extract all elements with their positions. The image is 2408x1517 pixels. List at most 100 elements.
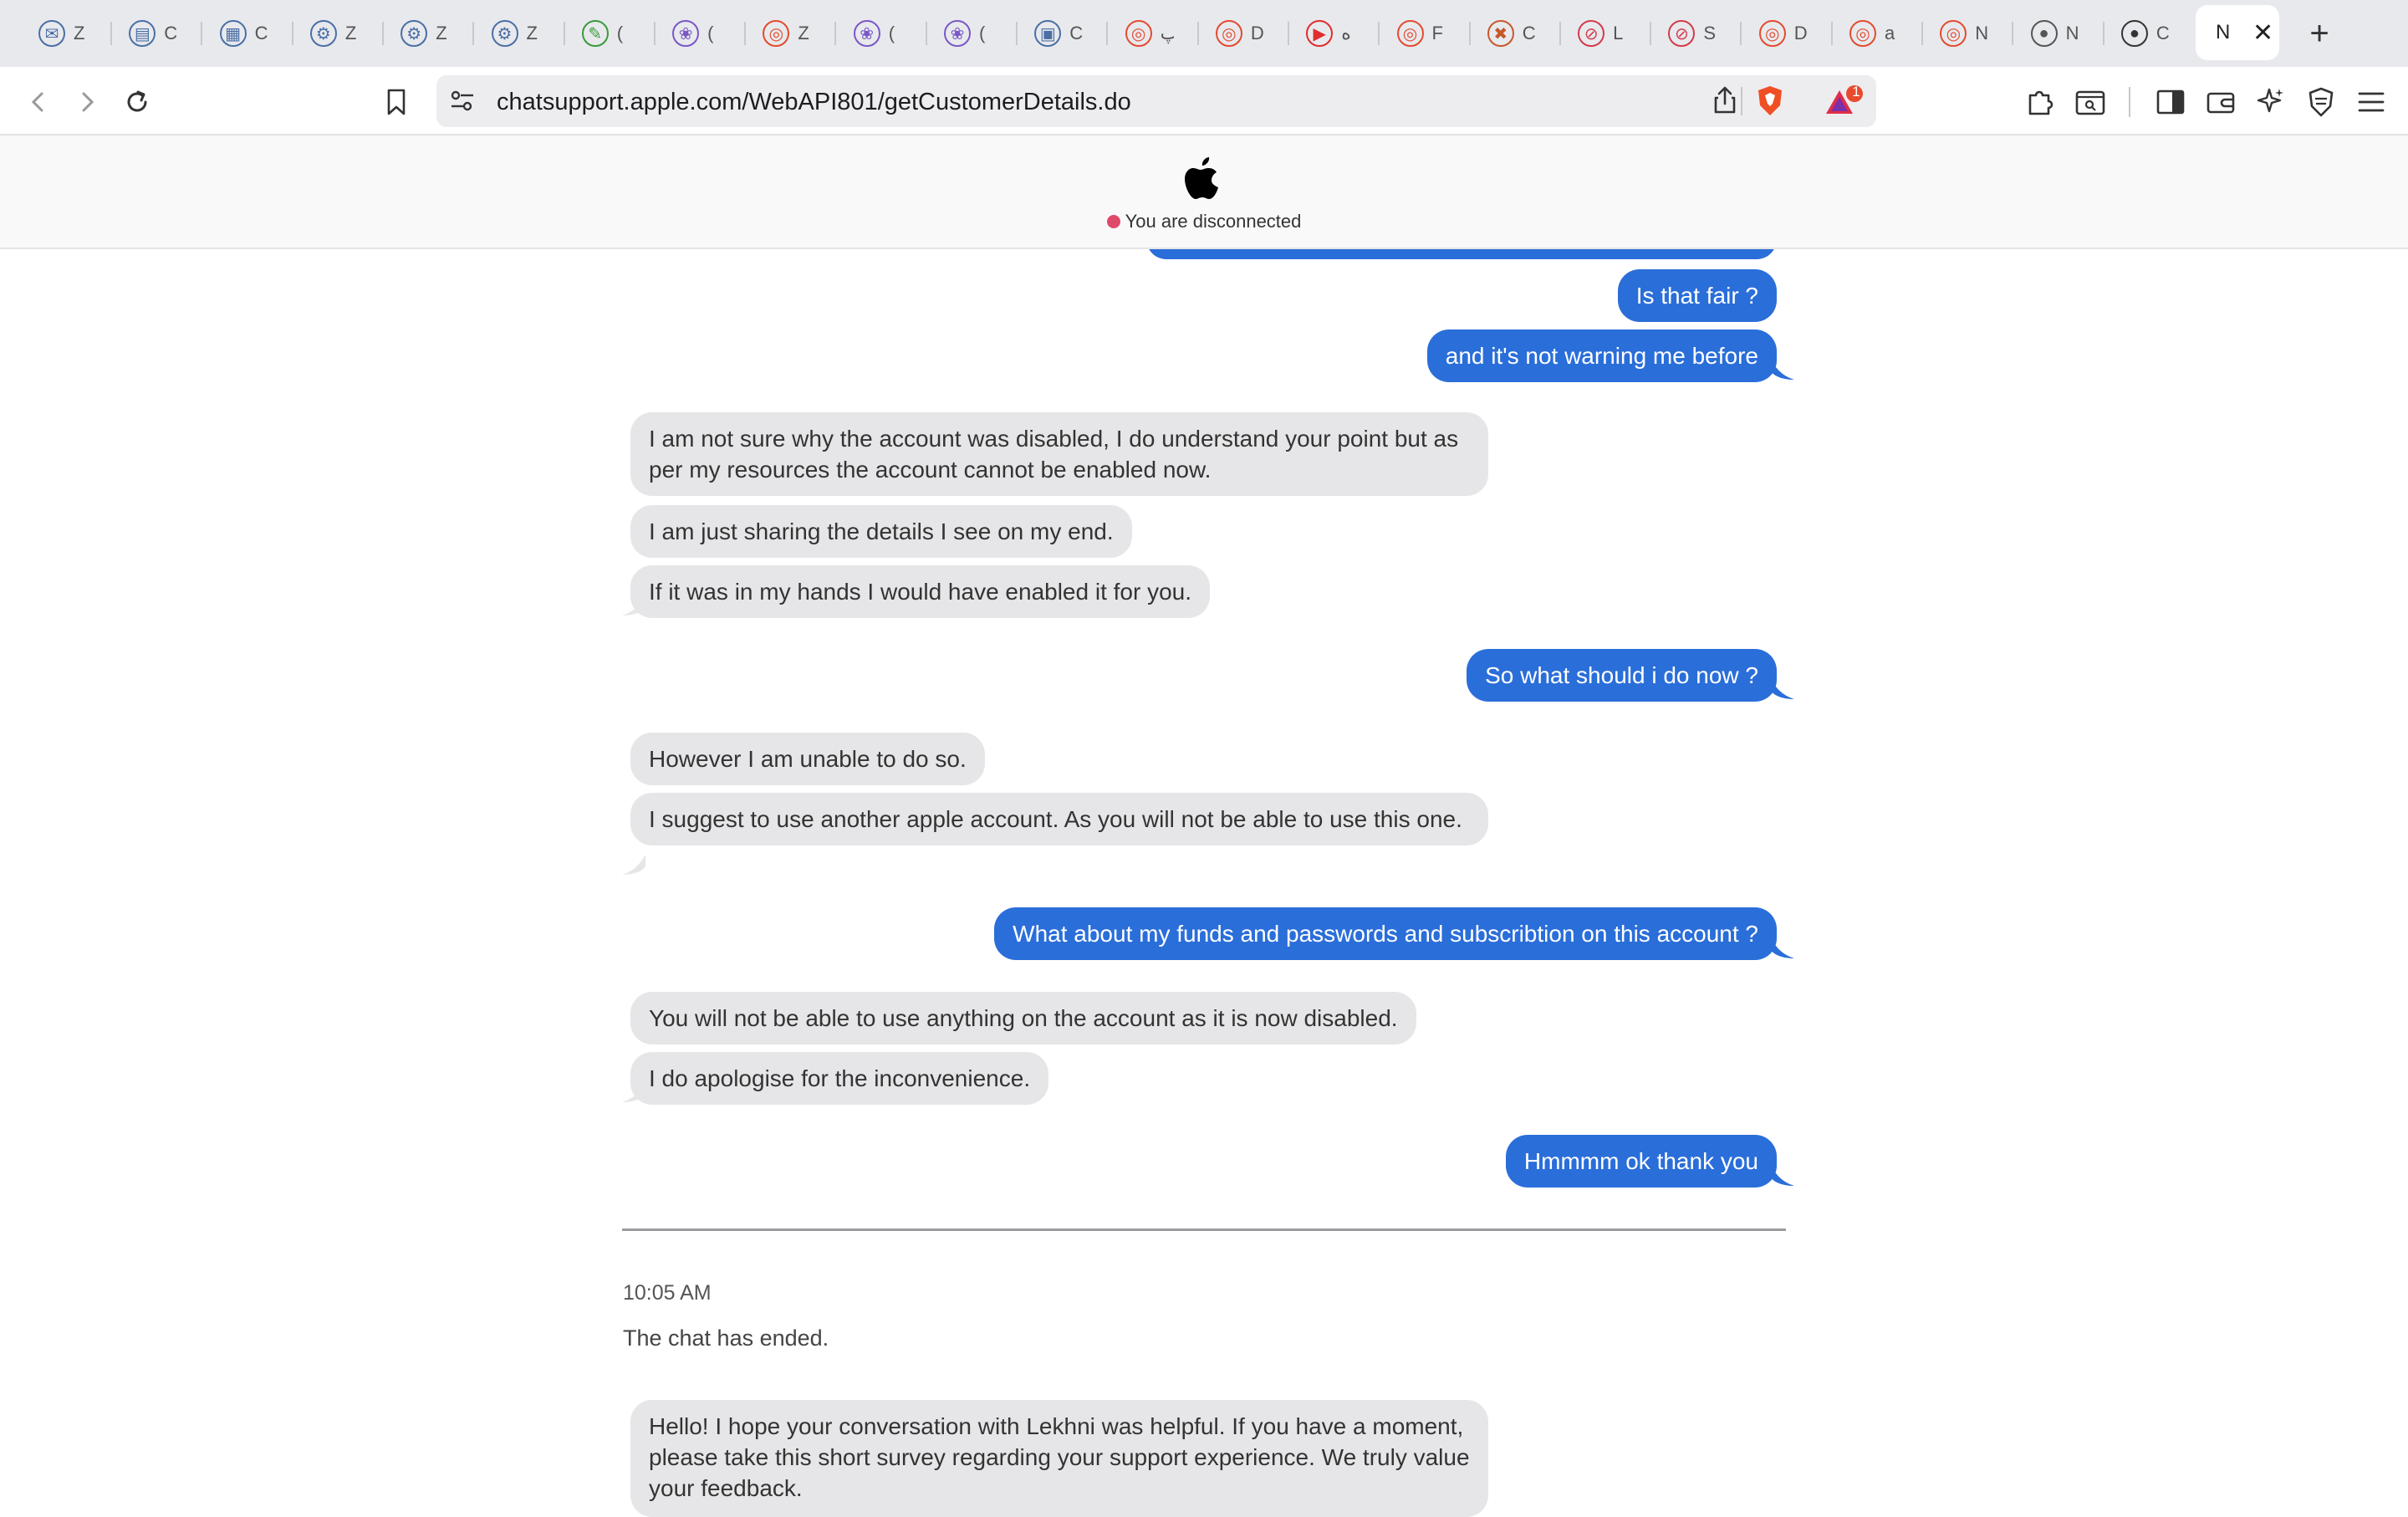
bookmark-icon [387,89,406,115]
close-tab-icon[interactable]: ✕ [2252,18,2273,48]
extensions-button[interactable] [2020,82,2060,122]
tab-title: C [164,23,178,43]
chat-end-time: 10:05 AM [623,1281,712,1305]
tab-separator [1106,22,1109,45]
back-button[interactable] [18,82,59,122]
browser-tab[interactable]: ● C [2108,5,2170,62]
tab-separator [472,22,475,45]
browser-tab[interactable]: ⚙ Z [387,5,449,62]
status-text: You are disconnected [1125,211,1302,232]
bookmark-button[interactable] [376,82,416,122]
browser-tab[interactable]: ⚙ Z [478,5,540,62]
tab-title: ( [616,23,624,43]
ring-icon: ◎ [1125,20,1152,47]
browser-tab[interactable]: ❀( [931,5,992,62]
browser-tab[interactable]: ◎ N [1926,5,1988,62]
url-text[interactable]: chatsupport.apple.com/WebAPI801/getCusto… [497,89,1131,116]
cluster-icon: ❀ [672,20,700,47]
tab-title: D [1793,23,1808,43]
tab-title: F [1431,23,1443,43]
leo-ai-button[interactable] [2251,82,2291,122]
rewards-badge: 1 [1852,84,1860,100]
browser-tab[interactable]: ✉ Z [25,5,87,62]
bubble-tail [1771,360,1794,380]
browser-toolbar: chatsupport.apple.com/WebAPI801/getCusto… [0,67,2408,135]
browser-tab[interactable]: ⊘ S [1655,5,1717,62]
browser-tab[interactable]: ⚙ Z [297,5,359,62]
youtube-icon: ▶ [1306,20,1334,47]
reader-icon [2075,90,2105,115]
tab-title: ( [979,23,986,43]
crossed-icon: ✖ [1487,20,1514,47]
browser-tab[interactable]: ◎ D [1202,5,1264,62]
apple-logo-icon [1185,157,1218,199]
browser-tab[interactable]: ◎ F [1384,5,1446,62]
new-tab-button[interactable]: + [2298,12,2341,55]
tab-title: N [2065,23,2079,43]
puzzle-icon [2028,90,2053,115]
tab-separator [381,22,384,45]
browser-tab[interactable]: ▣ C [1021,5,1083,62]
forward-button[interactable] [67,82,107,122]
browser-tab[interactable]: ✖ C [1474,5,1536,62]
wallet-button[interactable] [2201,82,2241,122]
browser-tab[interactable]: ✎( [569,5,630,62]
share-icon[interactable] [1711,85,1739,115]
ring-icon: ◎ [1940,20,1967,47]
tab-title: N [1975,23,1989,43]
cluster-icon: ❀ [853,20,880,47]
tab-separator [1650,22,1652,45]
address-bar[interactable]: chatsupport.apple.com/WebAPI801/getCusto… [436,75,1876,127]
user-message: and it's not warning me before [1426,329,1777,382]
agent-message: I am just sharing the details I see on m… [630,505,1132,558]
reload-button[interactable] [117,82,157,122]
bubble-tail [1771,1166,1794,1186]
tab-separator [834,22,837,45]
browser-tab[interactable]: ▤ C [115,5,177,62]
user-message: What about my funds and passwords and su… [994,907,1777,960]
menu-button[interactable] [2351,82,2391,122]
brave-shield-icon[interactable] [1754,84,1786,119]
agent-message: However I am unable to do so. [630,733,985,785]
tab-title: C [254,23,268,43]
browser-tab[interactable]: ▶ ه [1293,5,1354,62]
tab-title: C [1069,23,1084,43]
browser-tab[interactable]: ◎ D [1746,5,1808,62]
sidebar-button[interactable] [2150,82,2191,122]
browser-tab[interactable]: ● N [2018,5,2079,62]
browser-tab[interactable]: ❀( [840,5,902,62]
site-settings-icon[interactable] [448,88,477,115]
browser-tab[interactable]: ◎ Z [749,5,811,62]
tab-separator [1016,22,1018,45]
chat-ended-label: The chat has ended. [623,1325,829,1351]
gear-icon: ⚙ [400,20,428,47]
tab-title: C [1522,23,1536,43]
browser-tab[interactable]: ❀( [659,5,721,62]
user-message: So what should i do now ? [1467,649,1777,702]
tab-separator [1559,22,1561,45]
window-icon: ▣ [1034,20,1062,47]
tab-title: L [1613,23,1624,43]
doc-icon: ▦ [219,20,247,47]
reader-button[interactable] [2070,82,2110,122]
active-tab[interactable]: N ✕ [2196,5,2279,60]
browser-tab[interactable]: ▦ C [207,5,268,62]
tab-separator [201,22,203,45]
sidebar-icon [2156,89,2185,115]
agent-message: I do apologise for the inconvenience. [630,1052,1049,1105]
tab-title: ه [1341,23,1351,43]
tab-separator [1378,22,1380,45]
browser-tab[interactable]: ◎ a [1836,5,1898,62]
url-separator [1741,87,1742,115]
tab-title: S [1703,23,1717,43]
browser-tab[interactable]: ◎ پ [1112,5,1174,62]
agent-message: I am not sure why the account was disabl… [630,412,1488,496]
connection-status: You are disconnected [0,211,2408,232]
tab-separator [1196,22,1199,45]
vpn-button[interactable] [2301,82,2341,122]
browser-tab[interactable]: ⊘ L [1564,5,1626,62]
tab-title: Z [344,23,357,43]
forward-arrow-icon [82,92,94,112]
bubble-tail [1771,938,1794,958]
sparkle-icon [2257,88,2283,113]
